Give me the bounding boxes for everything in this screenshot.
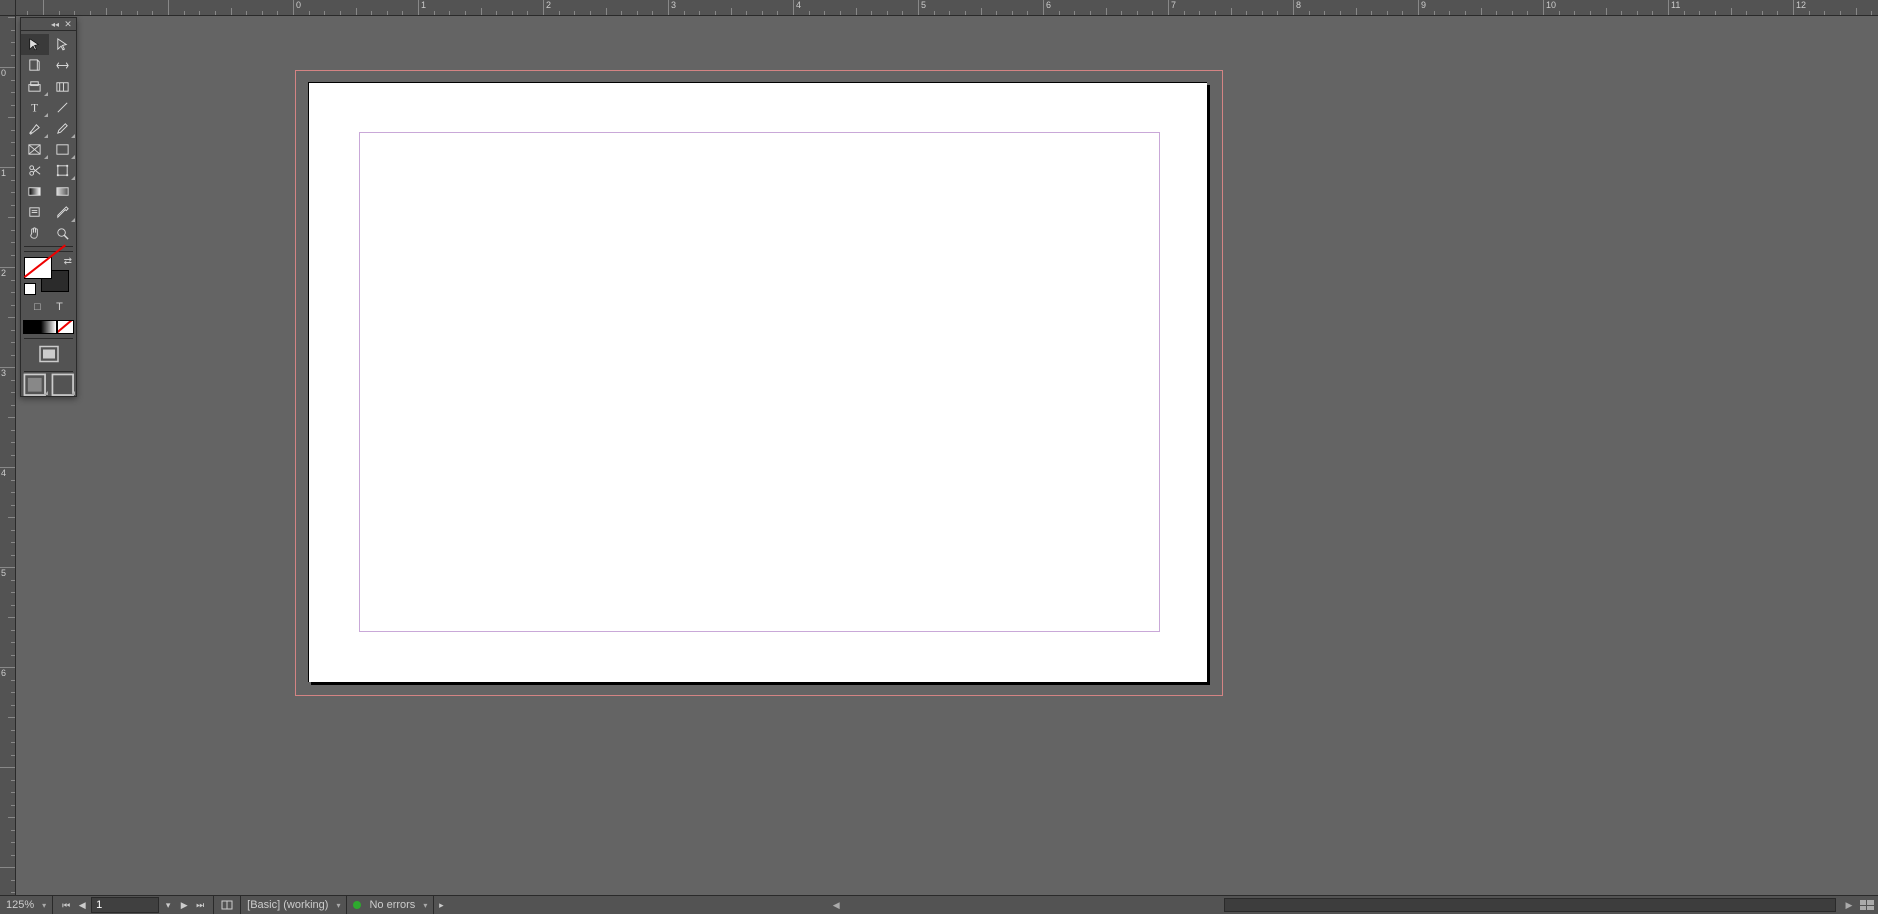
apply-gradient-button[interactable] [40, 320, 57, 334]
preflight-menu-button[interactable]: ▸ [434, 898, 448, 912]
horizontal-scrollbar[interactable] [1224, 898, 1836, 912]
close-panel-icon[interactable]: ✕ [63, 19, 73, 29]
next-page-button[interactable]: ▶ [177, 898, 191, 912]
formatting-container-button[interactable]: □ [31, 300, 45, 314]
preflight-status-label: No errors [369, 899, 415, 911]
gradient-feather-tool[interactable] [49, 181, 77, 202]
scissors-tool[interactable] [21, 160, 49, 181]
chevron-down-icon: ▾ [423, 901, 427, 910]
chevron-down-icon: ▾ [42, 901, 46, 910]
chevron-down-icon: ▾ [336, 901, 340, 910]
view-mode-preview-button[interactable] [49, 374, 77, 396]
scroll-right-button[interactable]: ▶ [1842, 898, 1856, 912]
collapse-panel-icon[interactable]: ◂◂ [51, 20, 59, 28]
fill-swatch[interactable] [24, 257, 52, 279]
tools-panel-header[interactable]: ◂◂ ✕ [21, 18, 76, 31]
prev-page-button[interactable]: ◀ [75, 898, 89, 912]
preflight-profile-dropdown[interactable]: [Basic] (working) ▾ [241, 896, 347, 914]
scroll-left-button[interactable]: ◀ [829, 898, 843, 912]
fill-stroke-swatch-area: ⇄ [21, 254, 76, 296]
formatting-text-button[interactable]: T [53, 300, 67, 314]
zoom-tool[interactable] [49, 223, 77, 244]
preview-background-tool[interactable] [37, 343, 61, 365]
horizontal-ruler[interactable]: 0123456789101112 [15, 0, 1878, 16]
preflight-status-dropdown[interactable]: No errors ▾ [347, 896, 434, 914]
free-transform-tool[interactable] [49, 160, 77, 181]
content-placer-tool[interactable] [49, 76, 77, 97]
type-tool[interactable]: T [21, 97, 49, 118]
selection-tool[interactable] [21, 34, 49, 55]
line-tool[interactable] [49, 97, 77, 118]
split-layout-button[interactable] [1860, 900, 1874, 910]
apply-color-button[interactable] [23, 320, 40, 334]
rectangle-tool[interactable] [49, 139, 77, 160]
hand-tool[interactable] [21, 223, 49, 244]
note-tool[interactable] [21, 202, 49, 223]
ruler-corner [0, 0, 16, 16]
swap-fill-stroke-icon[interactable]: ⇄ [64, 256, 72, 267]
page-dropdown-button[interactable]: ▾ [161, 898, 175, 912]
master-page-icon[interactable] [220, 898, 234, 912]
eyedropper-tool[interactable] [49, 202, 77, 223]
vertical-ruler[interactable]: 0123456 [0, 15, 16, 896]
content-collector-tool[interactable] [21, 76, 49, 97]
view-mode-normal-button[interactable] [21, 374, 49, 396]
pen-tool[interactable] [21, 118, 49, 139]
status-bar: 125% ▾ ⏮ ◀ ▾ ▶ ⏭ [Basic] (working) ▾ No … [0, 895, 1878, 914]
zoom-level-dropdown[interactable]: 125% ▾ [0, 896, 53, 914]
first-page-button[interactable]: ⏮ [59, 898, 73, 912]
last-page-button[interactable]: ⏭ [193, 898, 207, 912]
rectangle-frame-tool[interactable] [21, 139, 49, 160]
zoom-level-value: 125% [6, 899, 34, 911]
page-number-input[interactable] [91, 897, 159, 913]
status-ok-icon [353, 901, 361, 909]
gradient-swatch-tool[interactable] [21, 181, 49, 202]
tools-panel[interactable]: ◂◂ ✕ T ⇄ □ T [20, 17, 77, 397]
direct-selection-tool[interactable] [49, 34, 77, 55]
page-tool[interactable] [21, 55, 49, 76]
margin-guide [359, 132, 1160, 632]
apply-none-button[interactable] [57, 320, 74, 334]
canvas-area[interactable] [15, 15, 1878, 896]
gap-tool[interactable] [49, 55, 77, 76]
preflight-profile-label: [Basic] (working) [247, 899, 328, 911]
svg-text:T: T [31, 102, 38, 114]
pencil-tool[interactable] [49, 118, 77, 139]
default-fill-stroke-icon[interactable] [24, 283, 36, 295]
